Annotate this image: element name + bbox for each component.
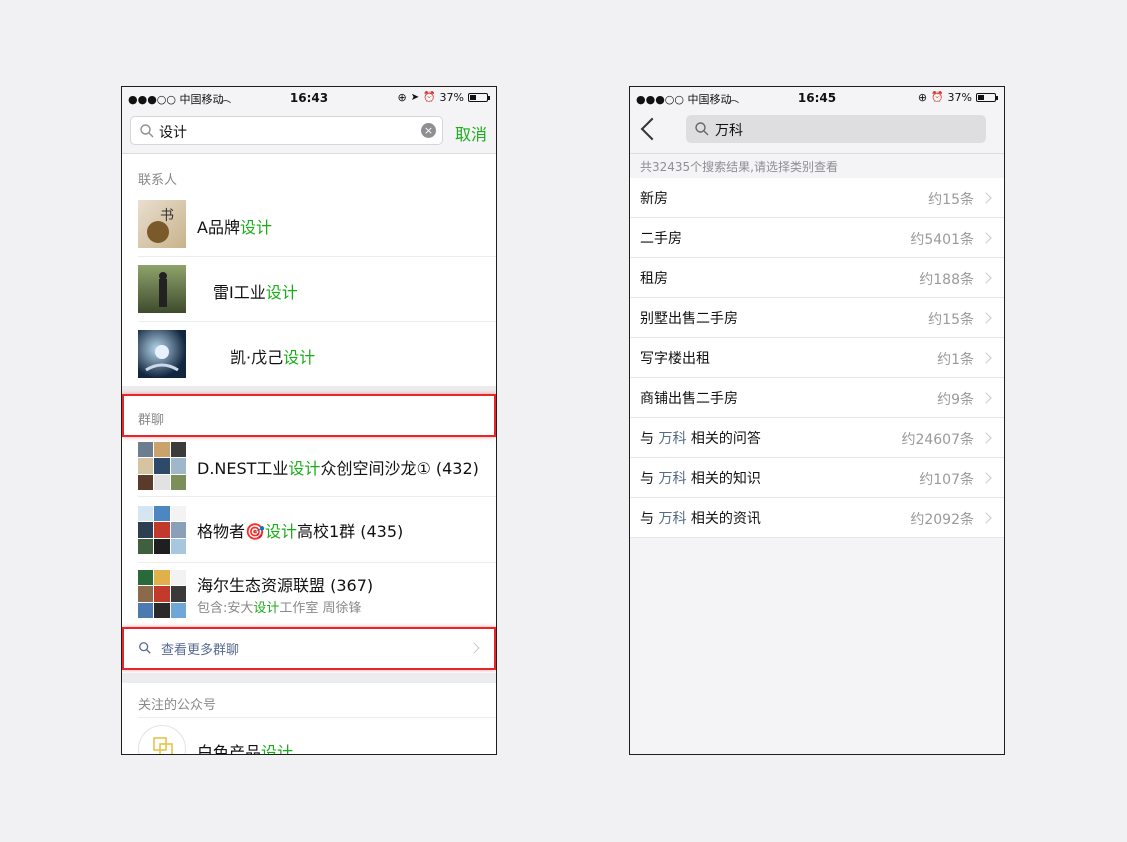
category-count: 约15条 bbox=[928, 192, 974, 208]
contact-row[interactable]: 书 A品牌设计 bbox=[122, 192, 496, 257]
category-label: 租房 bbox=[640, 271, 668, 287]
phone-screen-search-vanke: ●●●○○ 中国移动 ︵ 16:45 ⊕ ⏰ 37% 万科 共32435个搜索结… bbox=[629, 86, 1005, 755]
category-count: 约24607条 bbox=[901, 432, 974, 448]
category-label: 别墅出售二手房 bbox=[640, 311, 738, 327]
status-bar: ●●●○○ 中国移动 ︵ 16:45 ⊕ ⏰ 37% bbox=[630, 87, 1004, 109]
back-chevron-icon[interactable] bbox=[640, 117, 664, 141]
chevron-right-icon bbox=[980, 192, 992, 204]
alarm-icon: ⏰ bbox=[423, 92, 436, 103]
chevron-right-icon bbox=[980, 312, 992, 324]
svg-text:书: 书 bbox=[160, 208, 174, 224]
section-separator bbox=[122, 386, 496, 394]
category-count: 约188条 bbox=[919, 272, 974, 288]
category-count: 约2092条 bbox=[910, 512, 974, 528]
category-label: 新房 bbox=[640, 191, 668, 207]
phone-screen-search-design: ●●●○○ 中国移动 ︵ 16:43 ⊕ ➤ ⏰ 37% 设计 × 取消 联系人… bbox=[121, 86, 497, 755]
chevron-right-icon bbox=[980, 232, 992, 244]
category-row[interactable]: 二手房 约5401条 bbox=[630, 218, 1004, 258]
group-avatar bbox=[138, 442, 186, 490]
search-input[interactable]: 设计 × bbox=[130, 116, 443, 145]
status-bar: ●●●○○ 中国移动 ︵ 16:43 ⊕ ➤ ⏰ 37% bbox=[122, 87, 496, 109]
group-avatar bbox=[138, 506, 186, 554]
category-count: 约15条 bbox=[928, 312, 974, 328]
contact-name: A品牌设计 bbox=[197, 218, 272, 237]
chevron-right-icon bbox=[980, 272, 992, 284]
category-row[interactable]: 与 万科 相关的问答 约24607条 bbox=[630, 418, 1004, 458]
avatar bbox=[138, 725, 186, 754]
category-row[interactable]: 商铺出售二手房 约9条 bbox=[630, 378, 1004, 418]
category-label: 与 万科 相关的知识 bbox=[640, 471, 761, 487]
battery-icon bbox=[468, 93, 490, 102]
category-count: 约9条 bbox=[937, 392, 974, 408]
category-label: 商铺出售二手房 bbox=[640, 391, 738, 407]
avatar bbox=[138, 330, 186, 378]
contact-row[interactable]: 凯·戊己设计 bbox=[122, 322, 496, 386]
location-icon: ➤ bbox=[410, 92, 420, 103]
cancel-button[interactable]: 取消 bbox=[455, 121, 487, 145]
avatar: 书 bbox=[138, 200, 186, 248]
search-input[interactable]: 万科 bbox=[686, 115, 986, 143]
avatar bbox=[138, 265, 186, 313]
battery-icon bbox=[976, 93, 998, 102]
category-label: 与 万科 相关的资讯 bbox=[640, 511, 761, 527]
category-label: 二手房 bbox=[640, 231, 682, 247]
alarm-icon: ⏰ bbox=[931, 92, 944, 103]
category-count: 约107条 bbox=[919, 472, 974, 488]
search-icon bbox=[695, 122, 709, 136]
category-row[interactable]: 与 万科 相关的资讯 约2092条 bbox=[630, 498, 1004, 538]
category-row[interactable]: 租房 约188条 bbox=[630, 258, 1004, 298]
nav-bar: 万科 bbox=[630, 109, 1004, 154]
contact-name: 雷I工业设计 bbox=[213, 283, 298, 302]
category-label: 写字楼出租 bbox=[640, 351, 710, 367]
section-separator bbox=[122, 673, 496, 683]
category-count: 约5401条 bbox=[910, 232, 974, 248]
group-row[interactable]: 海尔生态资源联盟 (367) 包含:安大设计工作室 周徐锋 bbox=[122, 563, 496, 625]
result-count-text: 共32435个搜索结果,请选择类别查看 bbox=[640, 160, 838, 174]
group-name: D.NEST工业设计众创空间沙龙① (432) bbox=[197, 459, 479, 478]
search-query: 万科 bbox=[715, 123, 743, 139]
contact-row[interactable]: 雷I工业设计 bbox=[122, 257, 496, 322]
highlight-box-groups-title bbox=[122, 394, 496, 437]
category-row[interactable]: 新房 约15条 bbox=[630, 178, 1004, 218]
official-account-row[interactable]: 白色产品设计 bbox=[122, 717, 496, 755]
group-member-match: 包含:安大设计工作室 周徐锋 bbox=[197, 601, 362, 616]
clear-icon[interactable]: × bbox=[421, 123, 436, 138]
category-count: 约1条 bbox=[937, 352, 974, 368]
official-account-name: 白色产品设计 bbox=[197, 743, 294, 755]
chevron-right-icon bbox=[980, 472, 992, 484]
search-bar: 设计 × 取消 bbox=[122, 109, 496, 154]
group-name: 格物者🎯设计高校1群 (435) bbox=[197, 522, 404, 541]
category-row[interactable]: 与 万科 相关的知识 约107条 bbox=[630, 458, 1004, 498]
official-accounts-section-title: 关注的公众号 bbox=[138, 698, 217, 713]
category-list: 新房 约15条 二手房 约5401条 租房 约188条 别墅出售二手房 约15条… bbox=[630, 178, 1004, 538]
rotation-lock-icon: ⊕ bbox=[397, 91, 407, 104]
chevron-right-icon bbox=[980, 512, 992, 524]
chevron-right-icon bbox=[980, 352, 992, 364]
category-row[interactable]: 写字楼出租 约1条 bbox=[630, 338, 1004, 378]
group-name: 海尔生态资源联盟 (367) bbox=[197, 576, 374, 595]
group-avatar bbox=[138, 570, 186, 618]
search-icon bbox=[140, 124, 154, 138]
highlight-box-more-groups bbox=[122, 627, 496, 670]
search-query: 设计 bbox=[159, 125, 187, 141]
battery-percent: 37% bbox=[947, 91, 972, 104]
rotation-lock-icon: ⊕ bbox=[917, 91, 928, 104]
category-row[interactable]: 别墅出售二手房 约15条 bbox=[630, 298, 1004, 338]
chevron-right-icon bbox=[980, 432, 992, 444]
category-label: 与 万科 相关的问答 bbox=[640, 431, 761, 447]
group-row[interactable]: 格物者🎯设计高校1群 (435) bbox=[122, 497, 496, 563]
chevron-right-icon bbox=[980, 392, 992, 404]
battery-percent: 37% bbox=[439, 91, 464, 104]
contacts-section-title: 联系人 bbox=[138, 173, 178, 188]
group-row[interactable]: D.NEST工业设计众创空间沙龙① (432) bbox=[122, 437, 496, 497]
contact-name: 凯·戊己设计 bbox=[230, 348, 316, 367]
